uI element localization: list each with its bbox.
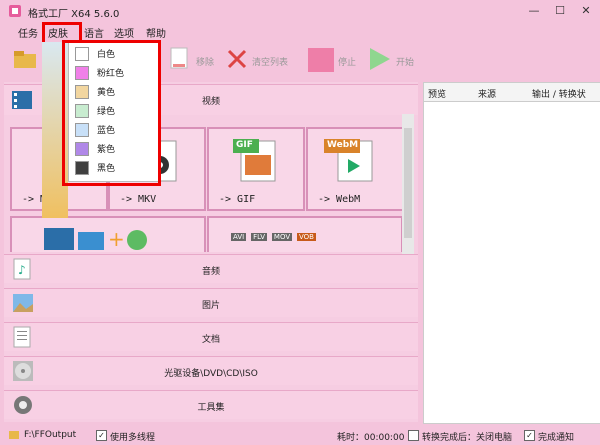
skin-menu-highlight bbox=[62, 40, 161, 186]
category-disc[interactable]: 光驱设备\DVD\CD\ISO bbox=[4, 356, 418, 385]
output-folder-icon[interactable] bbox=[12, 48, 38, 70]
after-convert-label: 转换完成后：关闭电脑 bbox=[422, 433, 513, 443]
badge-flv: FLV bbox=[251, 233, 268, 241]
start-button[interactable]: 开始 bbox=[396, 55, 414, 68]
clear-list-icon[interactable] bbox=[226, 48, 248, 70]
after-convert-checkbox[interactable] bbox=[408, 430, 419, 441]
category-document[interactable]: 文档 bbox=[4, 322, 418, 351]
tile-gif-label: -> GIF bbox=[219, 194, 256, 205]
category-tools-label: 工具集 bbox=[197, 403, 225, 413]
gif-file-icon: GIF bbox=[231, 137, 281, 185]
remove-icon[interactable] bbox=[168, 46, 190, 70]
tile-formats[interactable]: AVI FLV MOV VOB bbox=[207, 216, 403, 252]
tile-gif[interactable]: GIF -> GIF bbox=[207, 127, 305, 211]
category-image-label: 图片 bbox=[201, 301, 220, 311]
category-disc-label: 光驱设备\DVD\CD\ISO bbox=[164, 369, 258, 379]
output-folder-path[interactable]: F:\FFOutput bbox=[24, 430, 76, 440]
webm-file-icon: WebM bbox=[322, 137, 378, 185]
column-source[interactable]: 来源 bbox=[478, 87, 496, 100]
menu-language[interactable]: 语言 bbox=[84, 25, 104, 40]
tile-mkv-label: -> MKV bbox=[120, 194, 157, 205]
format-badges: AVI FLV MOV VOB bbox=[231, 232, 316, 242]
remove-button[interactable]: 移除 bbox=[196, 55, 214, 68]
multithread-label: 使用多线程 bbox=[110, 433, 156, 443]
stop-button[interactable]: 停止 bbox=[338, 55, 356, 68]
gif-badge: GIF bbox=[236, 140, 253, 150]
close-button[interactable]: ✕ bbox=[572, 3, 600, 19]
badge-avi: AVI bbox=[231, 233, 247, 241]
menu-help[interactable]: 帮助 bbox=[146, 25, 166, 40]
column-output-status[interactable]: 输出 / 转换状 bbox=[532, 87, 586, 100]
app-icon bbox=[8, 4, 22, 18]
elapsed-time: 耗时：00:00:00 bbox=[337, 433, 405, 443]
folder-icon[interactable] bbox=[8, 428, 20, 440]
minimize-button[interactable]: — bbox=[520, 3, 548, 19]
category-tools[interactable]: 工具集 bbox=[4, 390, 418, 419]
menu-task[interactable]: 任务 bbox=[18, 25, 38, 40]
video-join-icon: + bbox=[42, 224, 152, 251]
tile-webm-label: -> WebM bbox=[318, 194, 361, 205]
multithread-checkbox[interactable]: ✓ bbox=[96, 430, 107, 441]
category-document-label: 文档 bbox=[201, 335, 220, 345]
category-audio[interactable]: ♪ 音频 bbox=[4, 254, 418, 283]
task-list-panel[interactable] bbox=[423, 82, 600, 424]
column-preview[interactable]: 预览 bbox=[428, 87, 446, 100]
window-title: 格式工厂 X64 5.6.0 bbox=[28, 9, 120, 20]
svg-text:+: + bbox=[108, 227, 125, 250]
tile-webm[interactable]: WebM -> WebM bbox=[306, 127, 404, 211]
tile-video-joiner[interactable]: + bbox=[10, 216, 206, 252]
notify-checkbox[interactable]: ✓ bbox=[524, 430, 535, 441]
menu-options[interactable]: 选项 bbox=[114, 25, 134, 40]
start-icon[interactable] bbox=[366, 46, 392, 72]
left-scrollbar-thumb[interactable] bbox=[404, 128, 412, 238]
webm-badge: WebM bbox=[327, 140, 359, 150]
clear-list-button[interactable]: 清空列表 bbox=[252, 55, 288, 68]
category-audio-label: 音频 bbox=[201, 267, 220, 277]
stop-icon[interactable] bbox=[308, 48, 334, 72]
notify-label: 完成通知 bbox=[538, 433, 575, 443]
left-scrollbar[interactable] bbox=[402, 114, 414, 254]
badge-vob: VOB bbox=[297, 233, 316, 241]
badge-mov: MOV bbox=[271, 233, 293, 241]
maximize-button[interactable]: ☐ bbox=[546, 3, 574, 19]
category-image[interactable]: 图片 bbox=[4, 288, 418, 317]
